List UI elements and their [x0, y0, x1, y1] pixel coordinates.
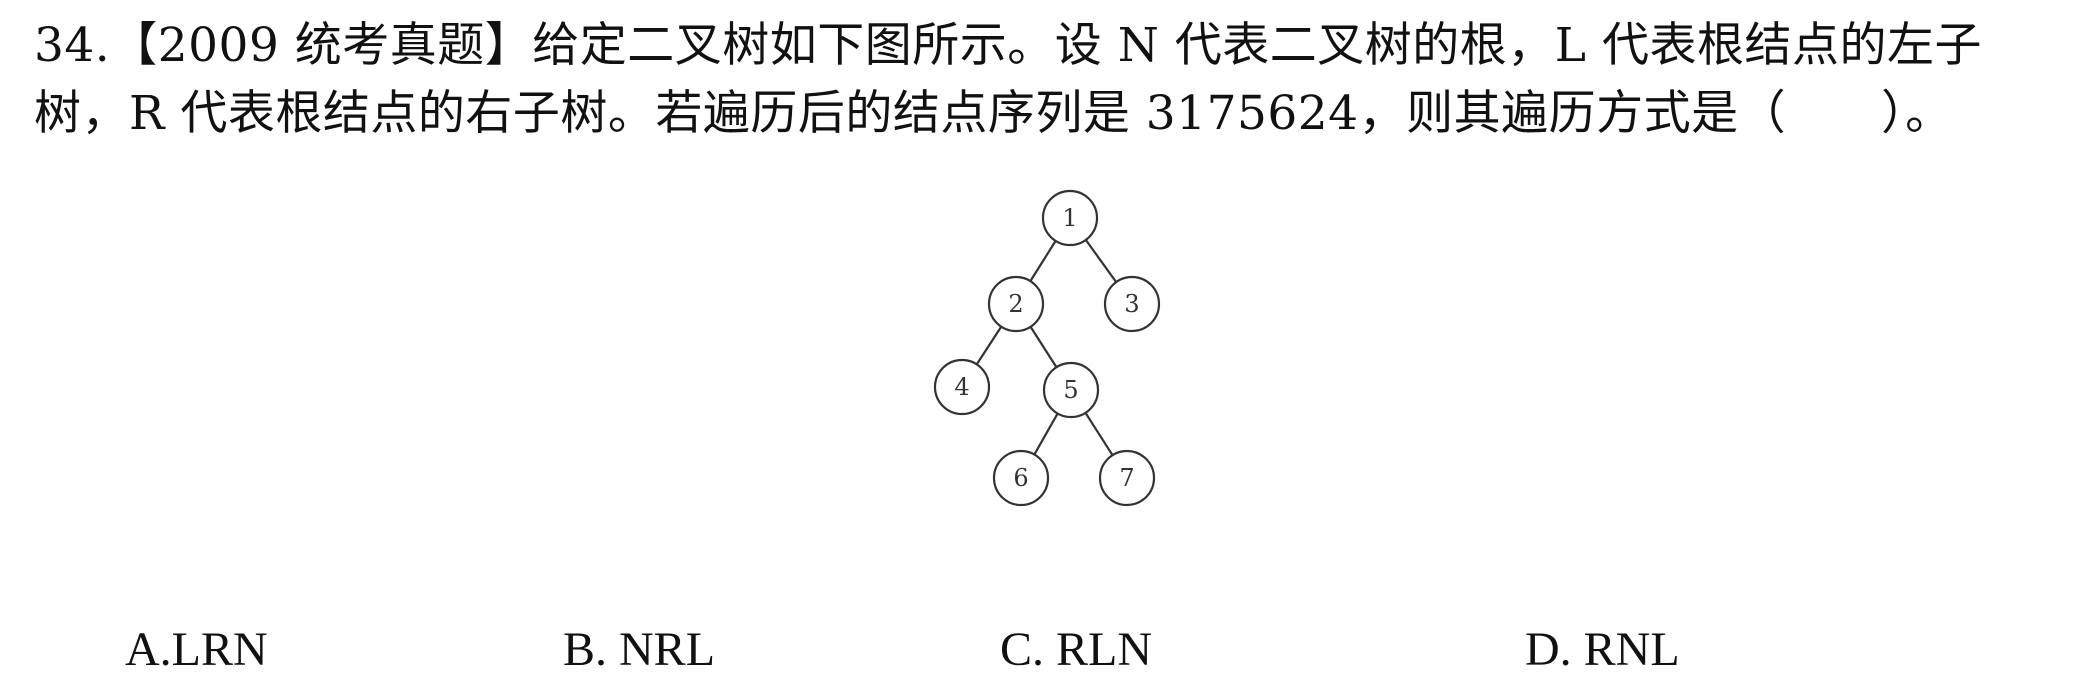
option-d[interactable]: D. RNL — [1525, 622, 1680, 678]
tree-edge-2-4 — [975, 326, 1003, 365]
question-line-1: 34.【2009 统考真题】给定二叉树如下图所示。设 N 代表二叉树的根，L 代… — [34, 18, 1982, 73]
tree-edge-1-2 — [1029, 240, 1057, 282]
tree-edge-1-3 — [1084, 239, 1118, 283]
tree-edge-5-6 — [1033, 412, 1059, 456]
option-a[interactable]: A.LRN — [125, 622, 268, 678]
tree-node-2: 2 — [987, 275, 1045, 333]
tree-node-label: 1 — [1062, 204, 1077, 232]
tree-node-label: 6 — [1013, 464, 1028, 492]
option-b[interactable]: B. NRL — [563, 622, 715, 678]
tree-edge-5-7 — [1084, 412, 1114, 456]
tree-node-label: 7 — [1119, 464, 1134, 492]
tree-node-label: 2 — [1008, 290, 1023, 318]
tree-node-label: 3 — [1124, 290, 1139, 318]
tree-node-label: 5 — [1063, 376, 1078, 404]
binary-tree-diagram: 1 2 3 4 5 6 7 — [920, 180, 1180, 520]
binary-tree-svg: 1 2 3 4 5 6 7 — [933, 189, 1161, 507]
tree-node-3: 3 — [1103, 275, 1161, 333]
question-text: 34.【2009 统考真题】给定二叉树如下图所示。设 N 代表二叉树的根，L 代… — [34, 12, 2054, 148]
tree-node-7: 7 — [1098, 449, 1156, 507]
tree-node-1: 1 — [1041, 189, 1099, 247]
tree-edge-2-5 — [1029, 326, 1058, 368]
option-c[interactable]: C. RLN — [1000, 622, 1152, 678]
tree-node-4: 4 — [933, 358, 991, 416]
tree-node-5: 5 — [1042, 361, 1100, 419]
tree-node-label: 4 — [954, 373, 969, 401]
question-line-2: 树，R 代表根结点的右子树。若遍历后的结点序列是 3175624，则其遍历方式是… — [34, 86, 1953, 141]
tree-node-6: 6 — [992, 449, 1050, 507]
